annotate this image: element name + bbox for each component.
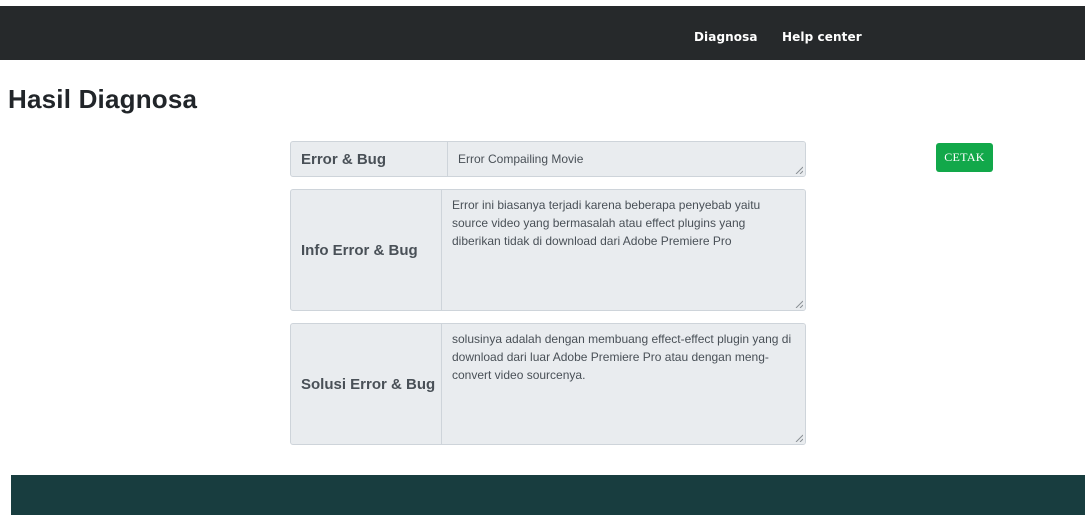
resize-grip-icon[interactable] (795, 300, 803, 308)
solusi-error-bug-field-group: Solusi Error & Bug solusinya adalah deng… (290, 323, 806, 445)
page-title: Hasil Diagnosa (8, 84, 198, 114)
resize-grip-icon[interactable] (795, 166, 803, 174)
top-navbar: Diagnosa Help center (0, 6, 1085, 60)
error-bug-textarea[interactable]: Error Compailing Movie (448, 142, 805, 176)
info-error-bug-label: Info Error & Bug (291, 190, 442, 310)
nav-link-diagnosa[interactable]: Diagnosa (694, 6, 758, 60)
info-error-bug-textarea[interactable]: Error ini biasanya terjadi karena bebera… (442, 190, 805, 310)
solusi-error-bug-label: Solusi Error & Bug (291, 324, 442, 444)
print-button[interactable]: CETAK (936, 143, 993, 172)
footer-band (11, 475, 1085, 515)
solusi-error-bug-textarea[interactable]: solusinya adalah dengan membuang effect-… (442, 324, 805, 444)
info-error-bug-field-group: Info Error & Bug Error ini biasanya terj… (290, 189, 806, 311)
nav-link-help-center[interactable]: Help center (782, 6, 862, 60)
error-bug-field-group: Error & Bug Error Compailing Movie (290, 141, 806, 177)
resize-grip-icon[interactable] (795, 434, 803, 442)
error-bug-label: Error & Bug (291, 142, 448, 176)
